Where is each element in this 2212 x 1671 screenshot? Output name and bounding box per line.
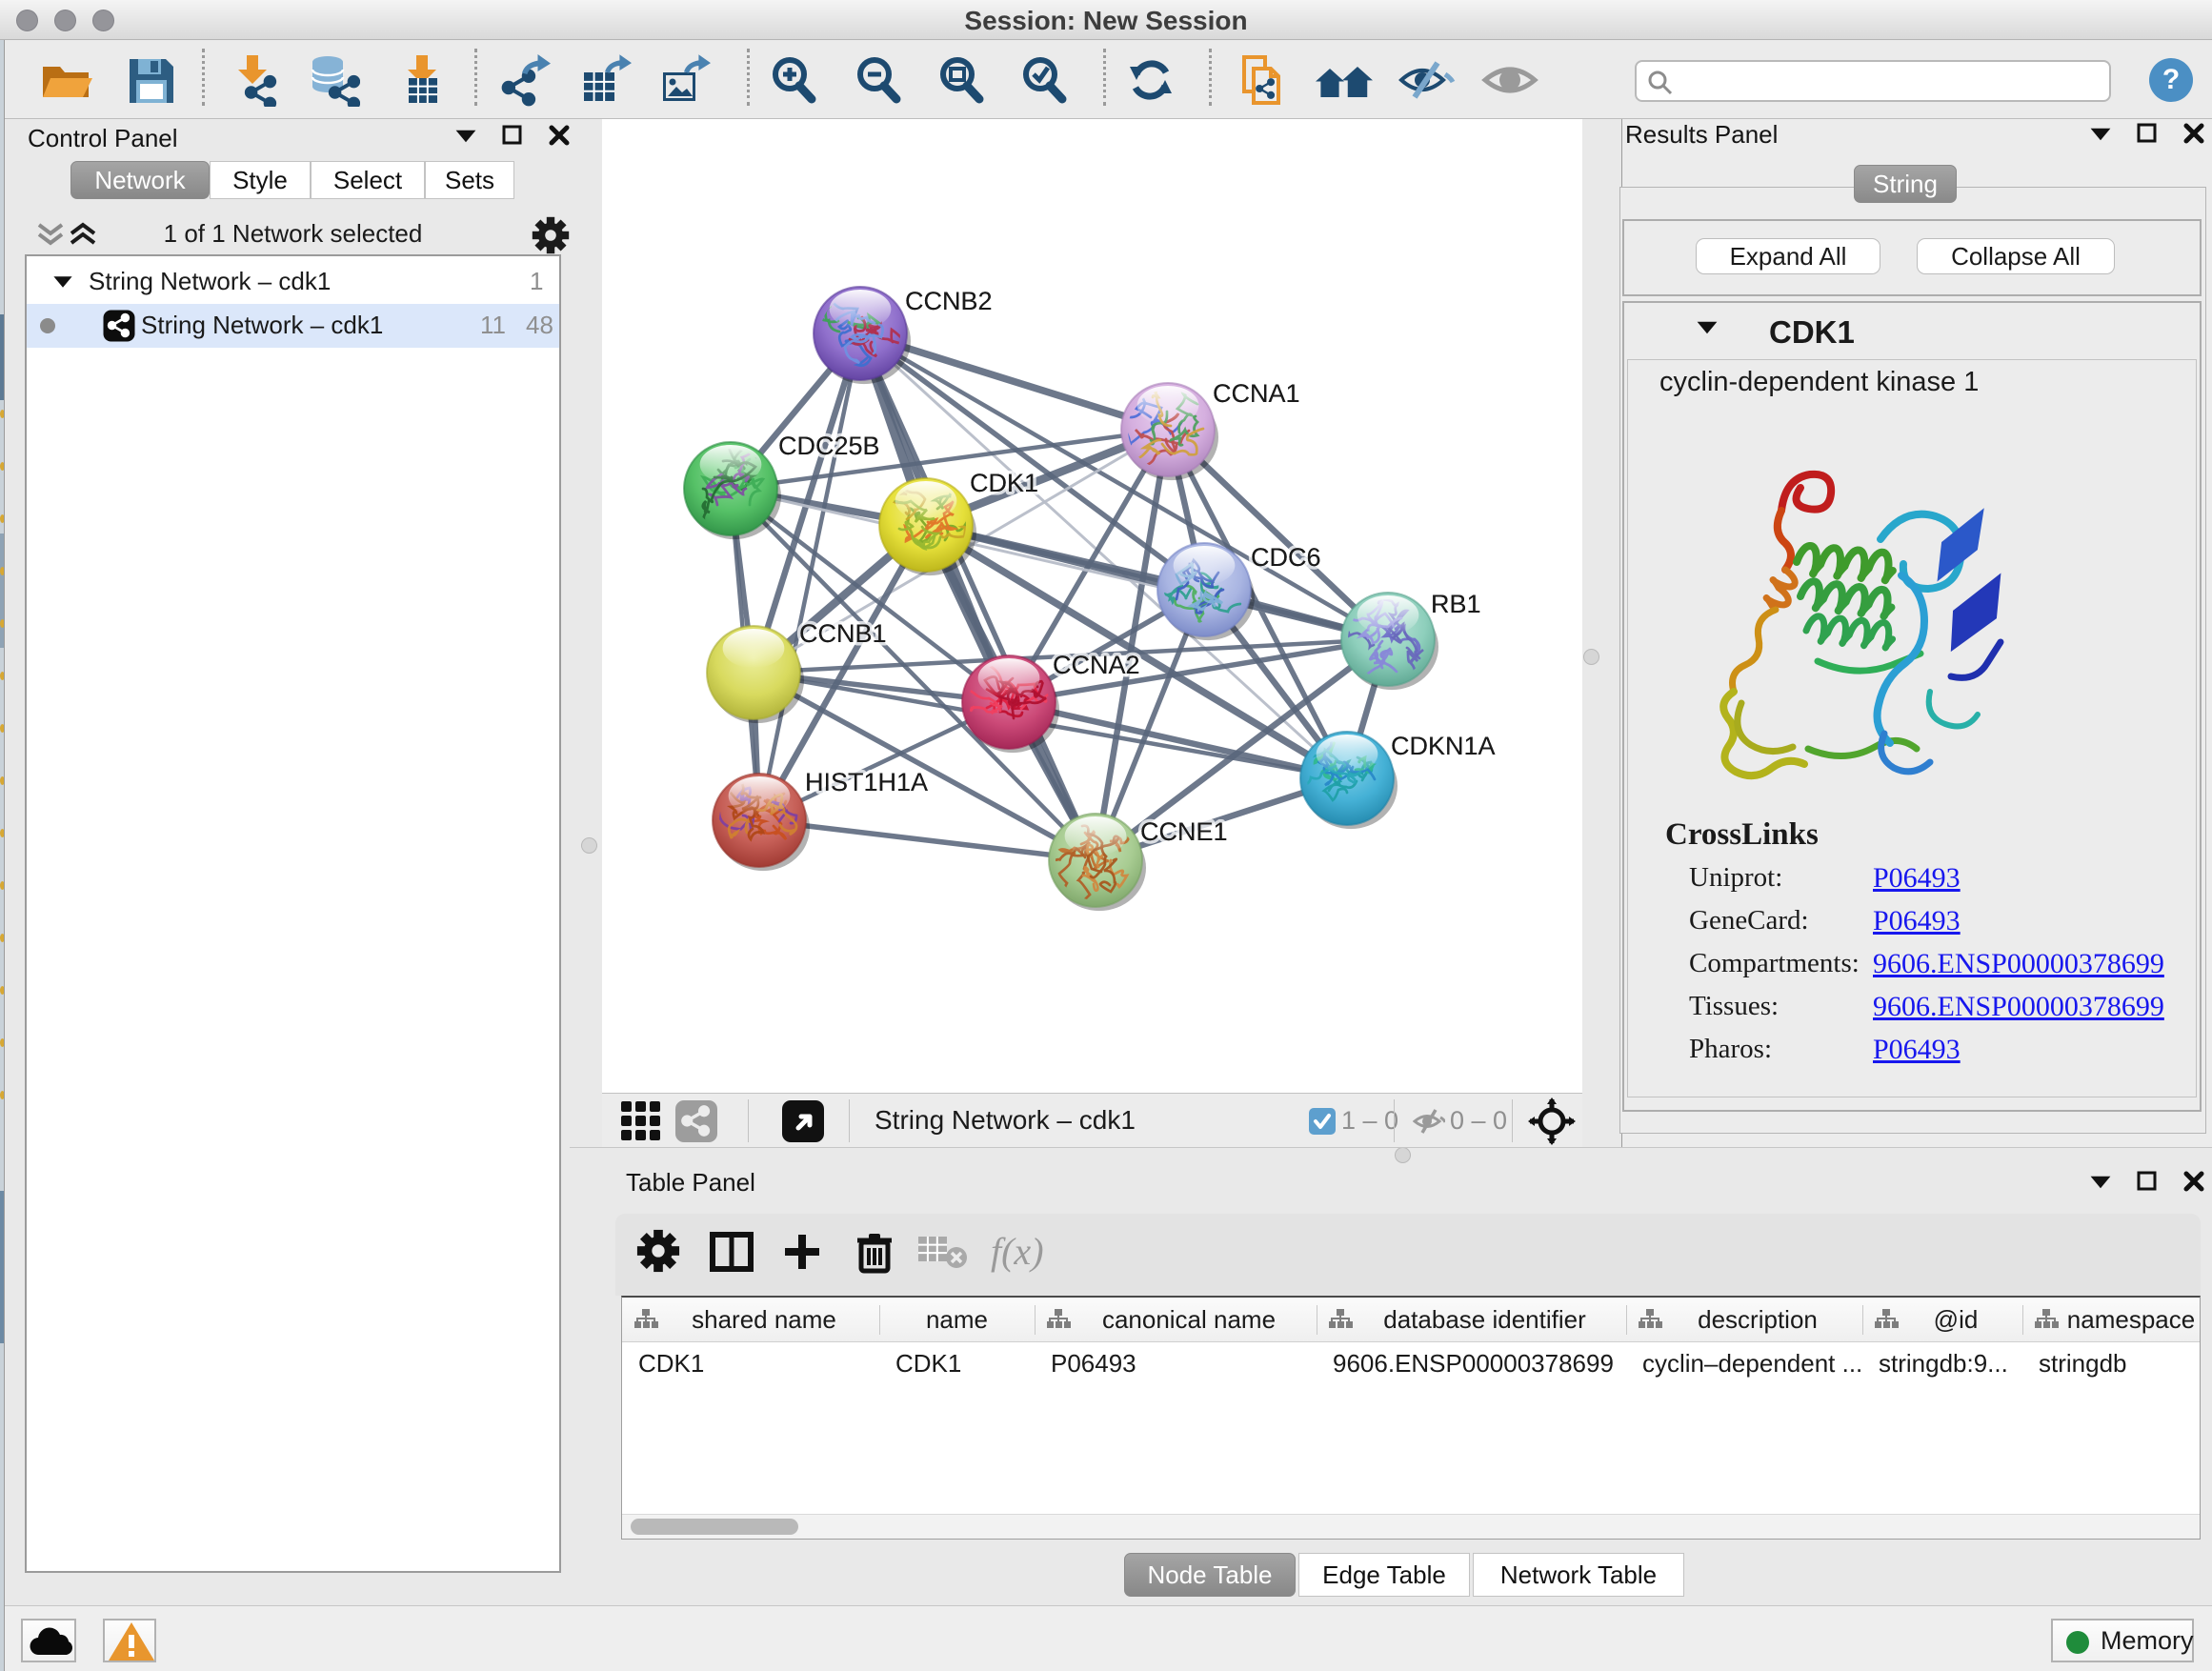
- svg-text:CCNB1: CCNB1: [799, 619, 887, 648]
- svg-text:RB1: RB1: [1431, 590, 1481, 618]
- svg-text:CDC6: CDC6: [1251, 543, 1321, 572]
- svg-text:CDK1: CDK1: [970, 469, 1038, 497]
- svg-text:CDKN1A: CDKN1A: [1391, 732, 1496, 760]
- svg-text:CCNE1: CCNE1: [1140, 817, 1228, 846]
- svg-text:CCNB2: CCNB2: [905, 287, 993, 315]
- svg-text:HIST1H1A: HIST1H1A: [805, 768, 928, 796]
- svg-text:CDC25B: CDC25B: [778, 432, 880, 460]
- svg-text:CCNA2: CCNA2: [1053, 651, 1140, 679]
- svg-text:CCNA1: CCNA1: [1213, 379, 1300, 408]
